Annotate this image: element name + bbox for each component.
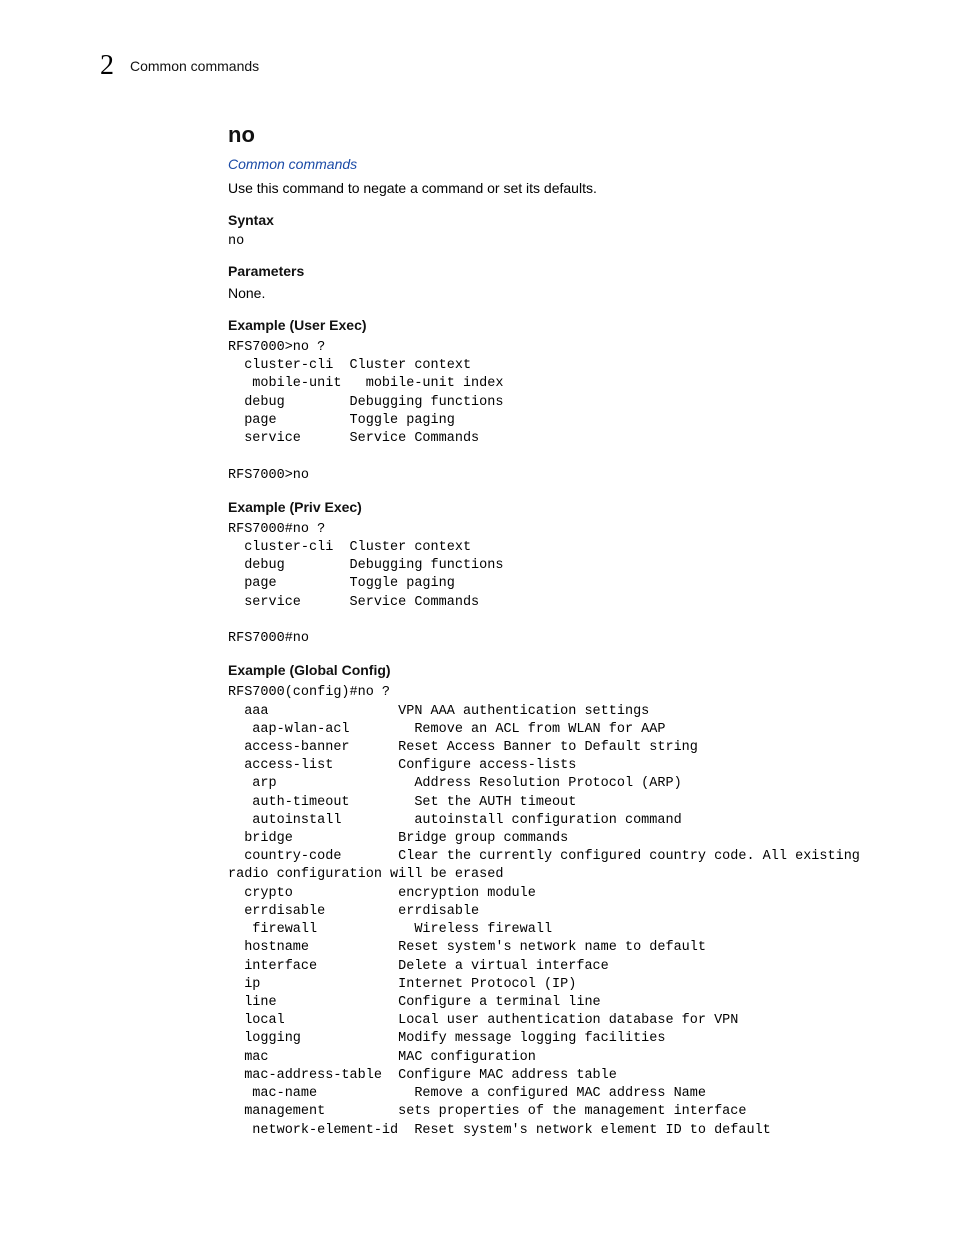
parameters-text: None.	[228, 285, 868, 301]
parameters-heading: Parameters	[228, 263, 868, 279]
syntax-heading: Syntax	[228, 212, 868, 228]
chapter-title: Common commands	[130, 58, 259, 74]
example-priv-exec-heading: Example (Priv Exec)	[228, 499, 868, 515]
page-content: no Common commands Use this command to n…	[228, 122, 868, 1140]
example-user-exec-heading: Example (User Exec)	[228, 317, 868, 333]
example-user-exec-code: RFS7000>no ? cluster-cli Cluster context…	[228, 339, 868, 485]
command-description: Use this command to negate a command or …	[228, 180, 868, 196]
example-global-config-code: RFS7000(config)#no ? aaa VPN AAA authent…	[228, 684, 868, 1139]
syntax-text: no	[228, 234, 868, 249]
page-header: 2 Common commands	[100, 50, 874, 82]
breadcrumb-link[interactable]: Common commands	[228, 156, 868, 172]
command-title: no	[228, 122, 868, 148]
example-global-config-heading: Example (Global Config)	[228, 662, 868, 678]
example-priv-exec-code: RFS7000#no ? cluster-cli Cluster context…	[228, 521, 868, 649]
chapter-number: 2	[100, 50, 114, 82]
